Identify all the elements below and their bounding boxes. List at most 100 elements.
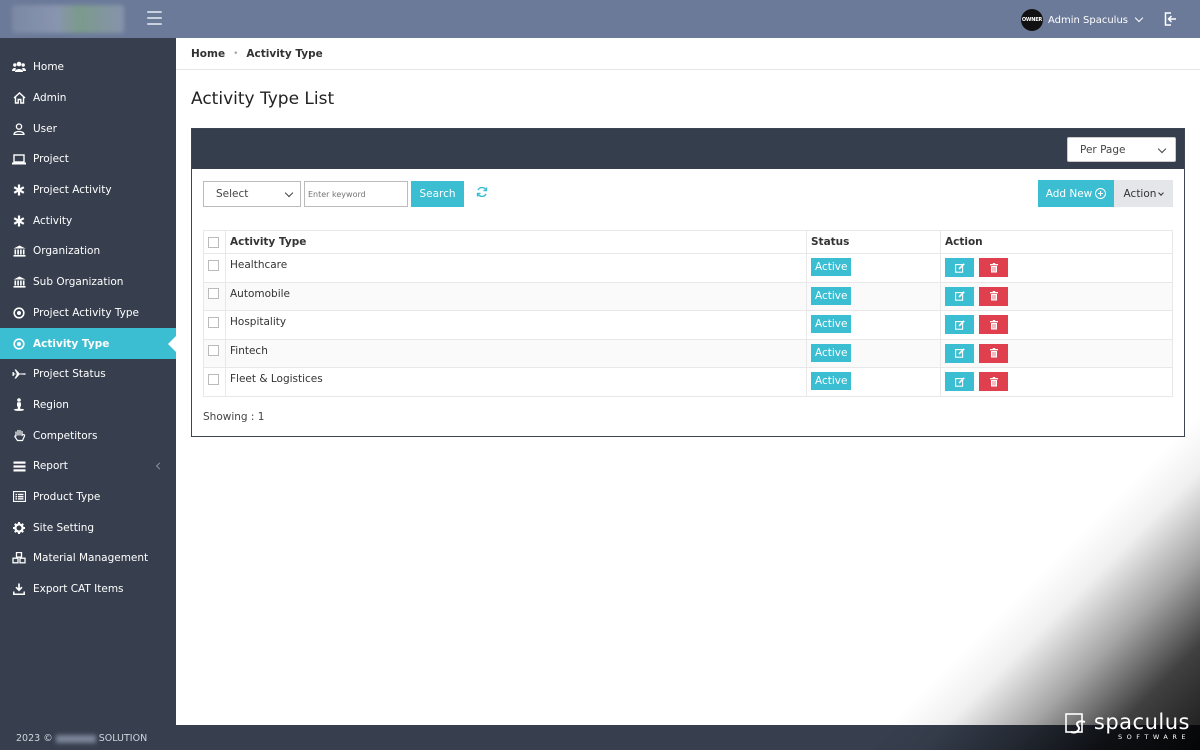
cubes-icon [12, 551, 26, 565]
activity-type-cell: Fintech [225, 338, 807, 368]
add-new-button[interactable]: Add New [1038, 180, 1114, 207]
status-badge[interactable]: Active [811, 315, 852, 333]
sidebar-item-project[interactable]: Project [0, 144, 176, 175]
sidebar-item-report[interactable]: Report [0, 451, 176, 482]
edit-icon [954, 376, 965, 387]
table-body: Healthcare Active Automobile Active Hospital… [203, 253, 1173, 397]
edit-button[interactable] [945, 372, 974, 391]
panel-header: Per Page [192, 129, 1184, 169]
plus-circle-icon [1095, 188, 1107, 199]
status-cell: Active [806, 281, 941, 311]
status-badge[interactable]: Active [811, 343, 852, 362]
sidebar-item-sub-organization[interactable]: Sub Organization [0, 267, 176, 298]
sidebar-item-project-activity[interactable]: Project Activity [0, 175, 176, 206]
keyword-input[interactable] [304, 181, 408, 207]
refresh-icon[interactable] [475, 185, 489, 199]
brand-sub: SOFTWARE [1118, 732, 1190, 741]
asterisk-icon [12, 183, 26, 197]
filter-toolbar: Select Search [203, 181, 464, 207]
chevron-down-icon [1134, 13, 1144, 23]
row-checkbox[interactable] [208, 288, 219, 299]
breadcrumb-home[interactable]: Home [191, 48, 225, 60]
delete-button[interactable] [979, 343, 1008, 363]
sidebar-item-home[interactable]: Home [0, 52, 176, 83]
showing-count: Showing : 1 [203, 411, 265, 423]
row-checkbox-cell [203, 367, 226, 397]
table-row: Fintech Active [203, 338, 1173, 368]
sidebar-item-export-cat-items[interactable]: Export CAT Items [0, 574, 176, 605]
activity-type-table: Activity Type Status Action Healthcare Ac… [203, 230, 1173, 397]
street-view-icon [12, 398, 26, 412]
table-row: Hospitality Active [203, 310, 1173, 340]
sidebar-item-user[interactable]: User [0, 113, 176, 144]
status-cell: Active [806, 253, 941, 283]
sidebar-item-activity-type[interactable]: Activity Type [0, 328, 176, 359]
sidebar-nav: Home Admin User Project Project Activity Acti… [0, 38, 176, 604]
row-checkbox[interactable] [208, 373, 219, 385]
sidebar-item-activity[interactable]: Activity [0, 205, 176, 236]
sidebar-item-label: Project [33, 153, 69, 166]
user-name: Admin Spaculus [1047, 14, 1128, 26]
blurred-company [55, 734, 96, 743]
users-icon [12, 60, 26, 74]
select-all-checkbox[interactable] [208, 236, 219, 248]
delete-button[interactable] [979, 258, 1008, 277]
plane-icon [12, 367, 26, 381]
sidebar-item-site-setting[interactable]: Site Setting [0, 512, 176, 543]
sidebar-item-material-management[interactable]: Material Management [0, 543, 176, 574]
sidebar-item-label: Organization [33, 245, 101, 258]
action-cell [940, 253, 1173, 283]
sidebar-item-product-type[interactable]: Product Type [0, 482, 176, 513]
top-bar: OWNER Admin Spaculus [0, 0, 1200, 38]
per-page-select[interactable]: Per Page [1067, 137, 1176, 162]
sidebar-item-label: Project Activity Type [33, 306, 139, 319]
menu-toggle-icon[interactable] [147, 11, 162, 25]
sidebar-item-competitors[interactable]: Competitors [0, 420, 176, 451]
action-cell [940, 338, 1173, 368]
laptop-icon [12, 152, 26, 166]
edit-button[interactable] [945, 343, 974, 363]
sidebar-item-label: Region [33, 398, 69, 411]
sidebar-item-label: Admin [33, 92, 67, 105]
spaculus-logo-icon [1065, 712, 1086, 734]
status-cell: Active [806, 310, 941, 340]
home-icon [12, 91, 26, 105]
row-checkbox[interactable] [208, 316, 219, 328]
action-cell [940, 367, 1173, 397]
breadcrumb-current: Activity Type [246, 47, 323, 60]
breadcrumb: Home • Activity Type [176, 38, 1200, 70]
footer-bar [176, 725, 1200, 750]
filter-select[interactable]: Select [203, 181, 301, 207]
sidebar-item-region[interactable]: Region [0, 390, 176, 421]
status-badge[interactable]: Active [811, 372, 852, 390]
sidebar-item-label: Sub Organization [33, 276, 124, 289]
search-button[interactable]: Search [411, 181, 464, 207]
status-badge[interactable]: Active [811, 258, 852, 276]
row-checkbox[interactable] [208, 345, 219, 356]
edit-button[interactable] [945, 315, 974, 334]
edit-button[interactable] [945, 258, 974, 277]
delete-button[interactable] [979, 315, 1008, 334]
sidebar-item-organization[interactable]: Organization [0, 236, 176, 267]
sidebar-item-admin[interactable]: Admin [0, 83, 176, 114]
row-checkbox-cell [203, 338, 226, 368]
chevron-down-icon [1157, 144, 1167, 154]
delete-button[interactable] [979, 372, 1008, 391]
col-status[interactable]: Status [806, 230, 941, 254]
action-cell [940, 310, 1173, 340]
row-checkbox[interactable] [208, 259, 219, 271]
edit-button[interactable] [945, 286, 974, 306]
action-dropdown[interactable]: Action [1114, 180, 1173, 207]
status-badge[interactable]: Active [811, 286, 852, 305]
sidebar-item-project-status[interactable]: Project Status [0, 359, 176, 390]
edit-icon [954, 348, 965, 358]
delete-button[interactable] [979, 286, 1008, 306]
logout-icon[interactable] [1162, 11, 1178, 27]
sidebar-item-label: Project Activity [33, 184, 112, 197]
list-alt-icon [12, 490, 26, 504]
app-logo[interactable] [12, 5, 124, 33]
status-cell: Active [806, 338, 941, 368]
sidebar-item-project-activity-type[interactable]: Project Activity Type [0, 298, 176, 329]
col-activity-type[interactable]: Activity Type [225, 230, 807, 254]
user-menu[interactable]: OWNER Admin Spaculus [1020, 9, 1144, 31]
